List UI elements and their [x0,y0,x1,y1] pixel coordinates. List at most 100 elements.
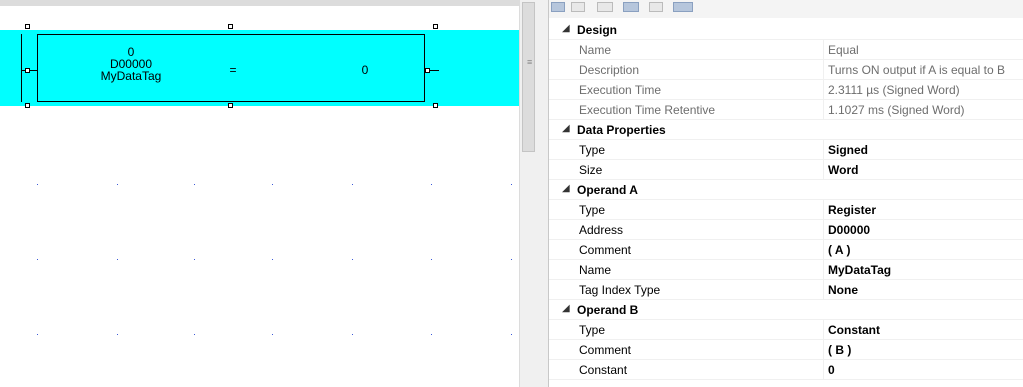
grid-dot [272,334,273,335]
property-row[interactable]: Execution Time 2.3111 µs (Signed Word) [549,80,1023,100]
grid-dot [194,259,195,260]
property-value[interactable]: Word [828,163,858,177]
operand-a-tag: MyDataTag [100,69,162,83]
property-row[interactable]: Tag Index Type None [549,280,1023,300]
scrollbar-thumb[interactable]: ≡ [522,2,535,152]
property-label: Type [579,143,606,157]
property-label: Type [579,323,606,337]
property-label: Address [579,223,624,237]
grid-dot [511,184,512,185]
category-data-properties[interactable]: ◢ Data Properties [549,120,1023,140]
vertical-scrollbar[interactable]: ≡ [519,0,537,387]
expanded-triangle-icon[interactable]: ◢ [562,303,570,314]
property-pages-icon[interactable] [649,2,663,12]
expanded-triangle-icon[interactable]: ◢ [562,23,570,34]
property-grid[interactable]: ◢ Design Name Equal Description Turns ON… [549,0,1023,387]
category-label: Operand B [577,303,639,317]
property-row[interactable]: Constant 0 [549,360,1023,380]
property-label: Comment [579,243,632,257]
grid-dot [431,259,432,260]
connection-handle[interactable] [25,68,30,73]
property-value[interactable]: ( B ) [828,343,851,357]
expanded-triangle-icon[interactable]: ◢ [562,183,570,194]
property-value[interactable]: 0 [828,363,835,377]
property-row[interactable]: Comment ( A ) [549,240,1023,260]
category-label: Design [577,23,618,37]
events-icon[interactable] [673,2,693,12]
category-label: Operand A [577,183,638,197]
grid-dot [352,334,353,335]
ladder-editor[interactable]: 0 D00000 MyDataTag = 0 [0,0,519,387]
property-label: Name [579,43,612,57]
category-operand-b[interactable]: ◢ Operand B [549,300,1023,320]
property-label: Size [579,163,603,177]
grid-dot [272,259,273,260]
toolbar-button[interactable] [597,2,613,12]
property-value[interactable]: ( A ) [828,243,850,257]
property-label: Constant [579,363,628,377]
property-value[interactable]: MyDataTag [828,263,891,277]
property-toolbar [549,0,1023,18]
compare-equal-instruction[interactable]: 0 D00000 MyDataTag = 0 [37,34,425,102]
property-label: Comment [579,343,632,357]
property-value: Equal [828,43,859,57]
property-value[interactable]: D00000 [828,223,870,237]
property-row[interactable]: Type Register [549,200,1023,220]
property-rows: ◢ Design Name Equal Description Turns ON… [549,20,1023,380]
property-value[interactable]: Constant [828,323,880,337]
category-design[interactable]: ◢ Design [549,20,1023,40]
operand-b-value: 0 [361,63,369,77]
property-value[interactable]: None [828,283,858,297]
grid-dot [272,184,273,185]
property-row[interactable]: Execution Time Retentive 1.1027 ms (Sign… [549,100,1023,120]
selection-handle[interactable] [433,103,438,108]
property-value: Turns ON output if A is equal to B [828,63,1005,77]
connection-handle[interactable] [425,68,430,73]
categorized-view-icon[interactable] [551,2,565,12]
property-value[interactable]: Register [828,203,876,217]
grid-dot [352,184,353,185]
property-label: Tag Index Type [579,283,661,297]
property-row[interactable]: Name Equal [549,40,1023,60]
grid-dot [194,334,195,335]
properties-icon[interactable] [623,2,639,12]
category-label: Data Properties [577,123,666,137]
grid-dot [117,259,118,260]
expanded-triangle-icon[interactable]: ◢ [562,123,570,134]
property-row[interactable]: Comment ( B ) [549,340,1023,360]
property-row[interactable]: Size Word [549,160,1023,180]
selection-handle[interactable] [433,24,438,29]
selection-handle[interactable] [228,24,233,29]
selection-handle[interactable] [25,103,30,108]
grid-dot [431,184,432,185]
property-row[interactable]: Type Constant [549,320,1023,340]
grid-dot [431,334,432,335]
property-row[interactable]: Address D00000 [549,220,1023,240]
sort-alpha-icon[interactable] [571,2,585,12]
grip-icon: ≡ [527,57,533,67]
property-row[interactable]: Name MyDataTag [549,260,1023,280]
property-value[interactable]: Signed [828,143,868,157]
property-row[interactable]: Description Turns ON output if A is equa… [549,60,1023,80]
property-row[interactable]: Type Signed [549,140,1023,160]
category-operand-a[interactable]: ◢ Operand A [549,180,1023,200]
pane-splitter[interactable] [537,0,549,387]
property-label: Name [579,263,612,277]
property-label: Description [579,63,640,77]
grid-dot [511,259,512,260]
top-rail [0,0,519,6]
property-label: Execution Time [579,83,662,97]
grid-dot [37,184,38,185]
grid-dot [117,184,118,185]
grid-dot [37,334,38,335]
property-label: Execution Time Retentive [579,103,716,117]
property-value: 1.1027 ms (Signed Word) [828,103,965,117]
grid-dot [511,334,512,335]
operator: = [229,63,237,77]
property-value: 2.3111 µs (Signed Word) [828,83,960,97]
grid-dot [352,259,353,260]
property-label: Type [579,203,606,217]
grid-dot [194,184,195,185]
selection-handle[interactable] [228,103,233,108]
selection-handle[interactable] [25,24,30,29]
